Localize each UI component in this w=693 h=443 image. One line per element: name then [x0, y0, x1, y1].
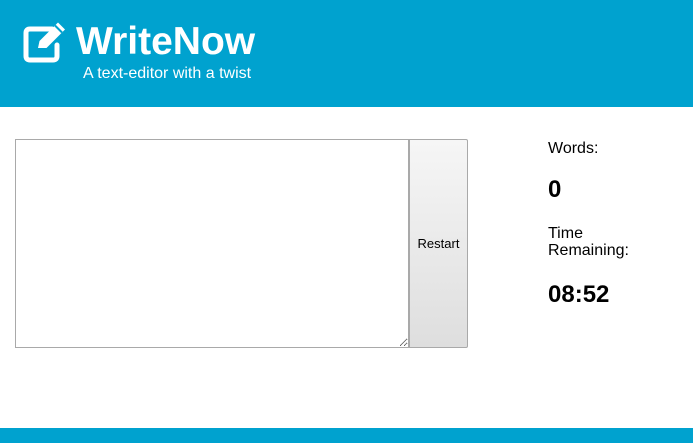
text-editor[interactable] — [15, 139, 409, 348]
app-title: WriteNow — [76, 20, 256, 63]
header-bar: WriteNow A text-editor with a twist — [0, 0, 693, 107]
edit-icon — [23, 22, 65, 63]
time-remaining-label: Time Remaining: — [548, 225, 629, 259]
time-remaining-value: 08:52 — [548, 281, 610, 308]
footer-bar — [0, 428, 693, 443]
restart-button[interactable]: Restart — [409, 139, 468, 348]
words-label: Words: — [548, 140, 599, 157]
word-count: 0 — [548, 176, 562, 203]
app-subtitle: A text-editor with a twist — [83, 65, 252, 82]
